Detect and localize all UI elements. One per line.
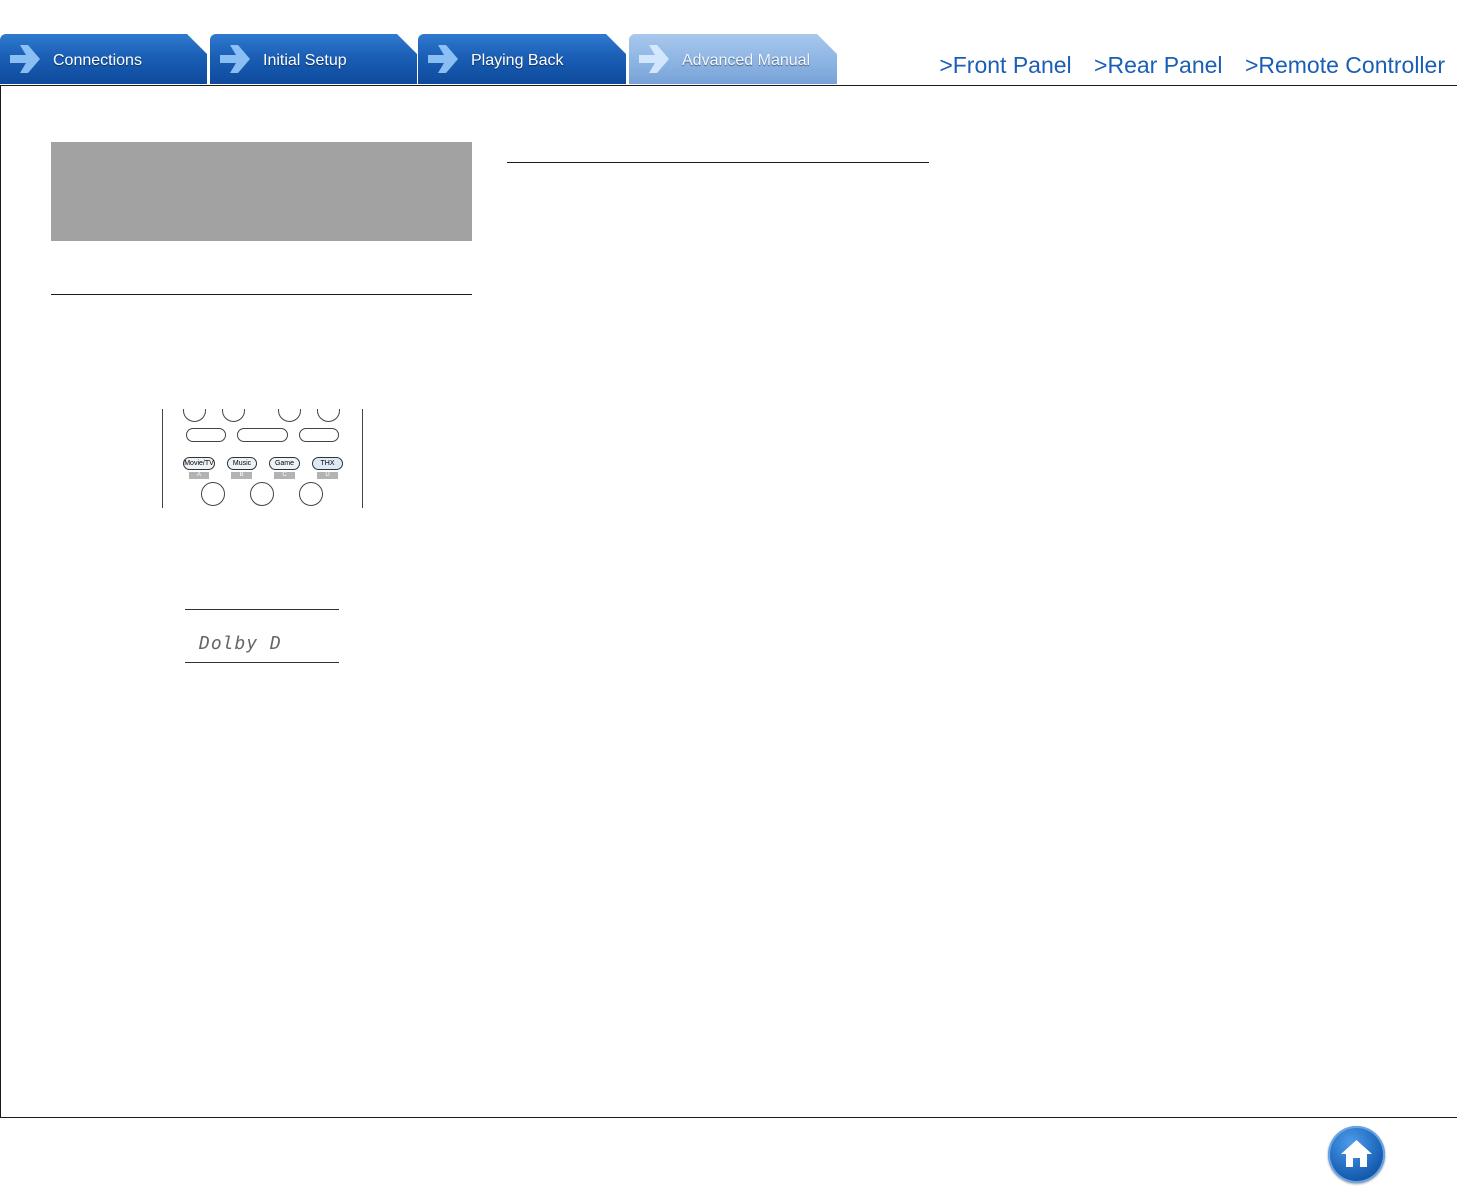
tab-label: Playing Back xyxy=(471,52,564,69)
movie-tv-button: Movie/TV xyxy=(183,457,215,470)
arrow-right-icon xyxy=(635,40,673,78)
tab-advanced-manual[interactable]: Advanced Manual xyxy=(629,34,837,84)
remote-button xyxy=(299,428,339,442)
remote-button xyxy=(222,409,245,422)
display-window: Dolby D xyxy=(185,609,339,663)
rear-panel-link[interactable]: >Rear Panel xyxy=(1094,52,1223,78)
arrow-right-icon xyxy=(424,40,462,78)
arrow-right-icon xyxy=(6,40,44,78)
remote-button xyxy=(250,482,274,506)
remote-button xyxy=(278,409,301,422)
section-divider-right xyxy=(507,162,929,163)
tab-connections[interactable]: Connections xyxy=(0,34,207,84)
tab-label: Initial Setup xyxy=(263,52,347,69)
remote-button xyxy=(237,428,288,442)
tab-label: Connections xyxy=(53,52,142,69)
section-divider-left xyxy=(51,294,472,295)
button-letter-label: C xyxy=(274,472,295,479)
tab-initial-setup[interactable]: Initial Setup xyxy=(210,34,417,84)
remote-button xyxy=(201,482,225,506)
music-button: Music xyxy=(227,457,257,470)
home-button[interactable] xyxy=(1328,1126,1385,1183)
button-letter-label: D xyxy=(317,472,338,479)
remote-button xyxy=(299,482,323,506)
remote-button xyxy=(317,409,340,422)
tab-playing-back[interactable]: Playing Back xyxy=(418,34,626,84)
front-panel-link[interactable]: >Front Panel xyxy=(939,52,1071,78)
button-letter-label: A xyxy=(189,472,209,479)
tab-label: Advanced Manual xyxy=(682,52,811,69)
remote-button xyxy=(183,409,206,422)
remote-button xyxy=(186,428,226,442)
thx-button: THX xyxy=(312,457,343,470)
remote-controller-link[interactable]: >Remote Controller xyxy=(1245,52,1445,78)
heading-banner xyxy=(51,142,472,241)
game-button: Game xyxy=(269,457,300,470)
remote-illustration: Movie/TV Music Game THX A B C D xyxy=(162,409,363,508)
button-letter-label: B xyxy=(231,472,252,479)
quick-links: >Front Panel >Rear Panel >Remote Control… xyxy=(923,52,1445,79)
chapter-tabs: Connections Initial Setup Playing Back A… xyxy=(0,34,840,86)
home-icon xyxy=(1341,1140,1372,1167)
display-text: Dolby D xyxy=(199,633,282,654)
arrow-right-icon xyxy=(216,40,254,78)
